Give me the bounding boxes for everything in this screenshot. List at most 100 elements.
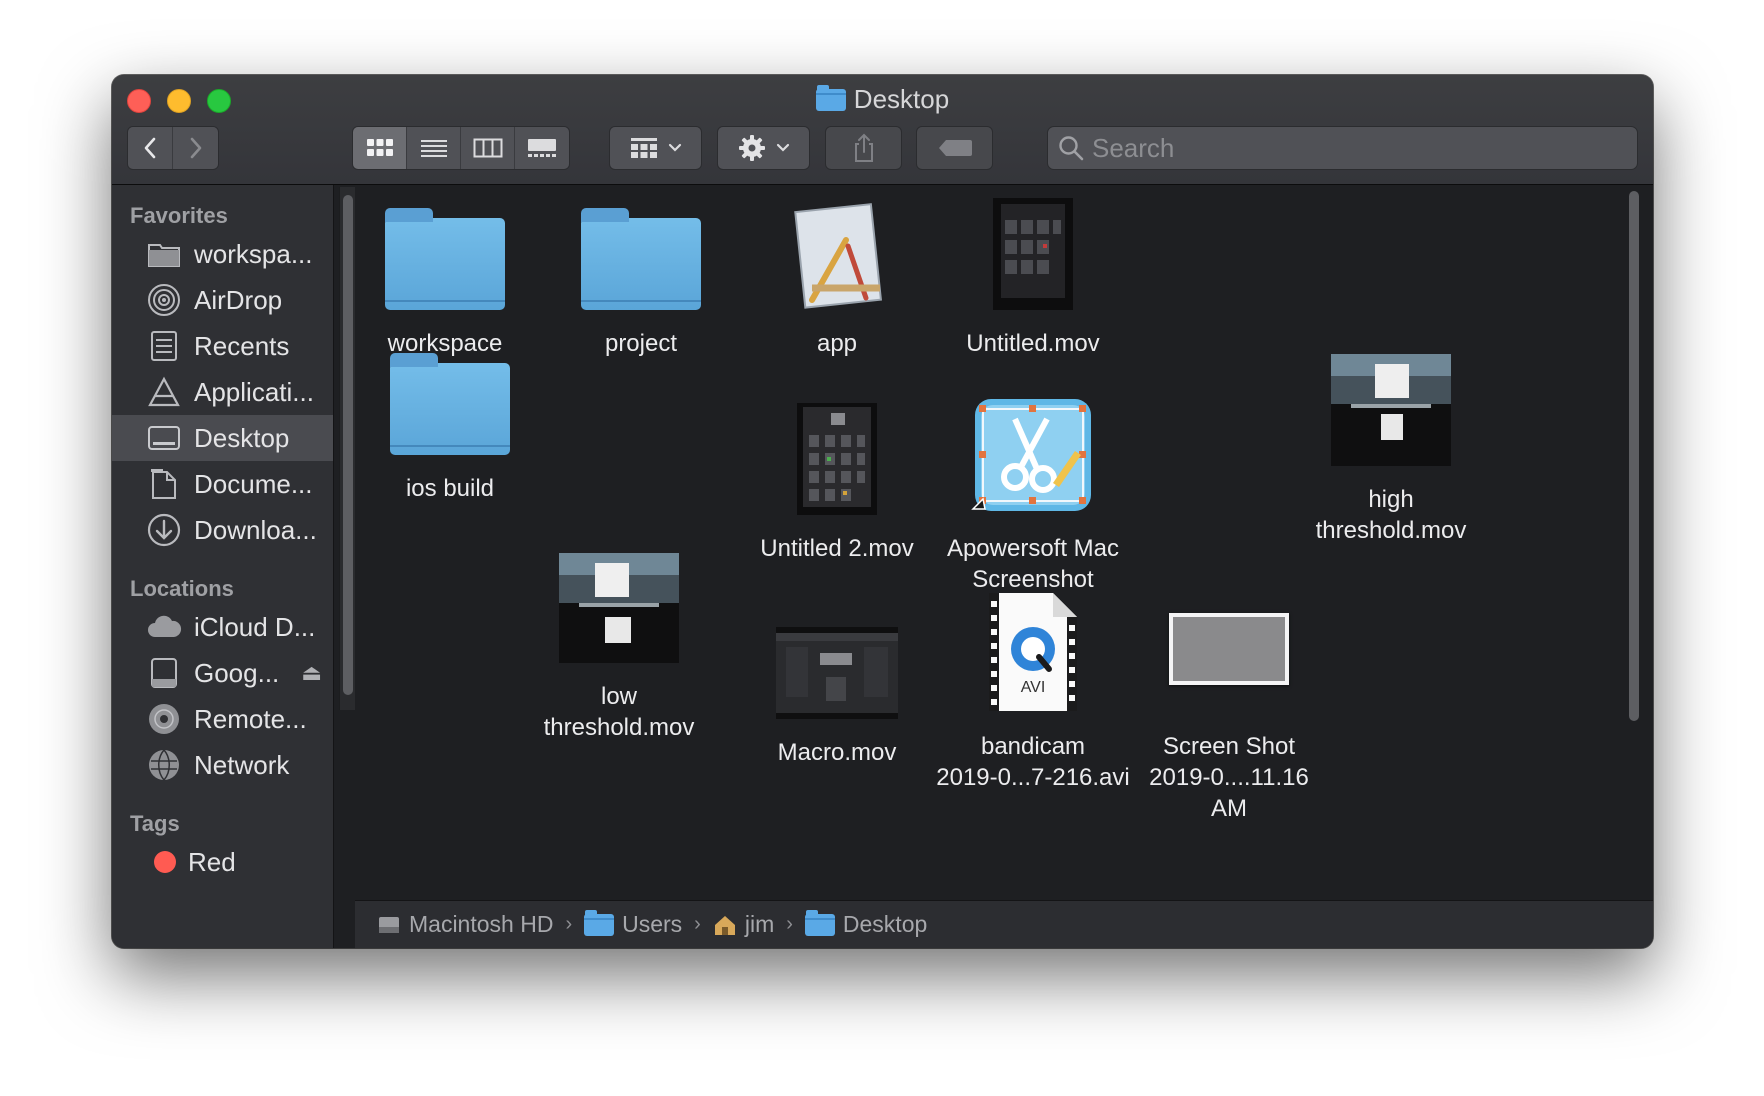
- scissors-app-icon: [971, 399, 1091, 511]
- downloads-icon: [146, 512, 182, 548]
- sidebar-item-label: Desktop: [194, 422, 290, 453]
- sidebar-item-label: iCloud D...: [194, 611, 316, 642]
- view-columns-button[interactable]: [461, 127, 515, 169]
- avi-badge: AVI: [1020, 679, 1046, 696]
- vertical-scrollbar[interactable]: [1627, 189, 1641, 849]
- eject-icon[interactable]: ⏏: [301, 660, 322, 686]
- drive-icon: [146, 655, 182, 691]
- file-item-screen-shot[interactable]: Screen Shot 2019-0....11.16 AM: [1129, 585, 1329, 824]
- gallery-icon: [528, 139, 556, 157]
- chevron-right-icon: [190, 137, 201, 159]
- list-icon: [420, 140, 447, 157]
- sidebar-item-google-drive[interactable]: Goog... ⏏: [112, 650, 333, 696]
- sidebar-item-workspace[interactable]: workspa...: [112, 231, 333, 277]
- tags-heading: Tags: [130, 811, 180, 836]
- video-thumbnail-icon: [797, 403, 877, 515]
- airdrop-icon: [146, 282, 182, 318]
- image-thumbnail-icon: [1169, 613, 1289, 685]
- file-item-low-threshold-mov[interactable]: low threshold.mov: [519, 553, 719, 743]
- video-thumbnail-icon: [776, 627, 898, 719]
- forward-button[interactable]: [173, 127, 218, 169]
- sidebar-item-label: Remote...: [194, 703, 307, 734]
- file-item-workspace[interactable]: workspace: [345, 208, 545, 359]
- path-item-macintosh-hd[interactable]: Macintosh HD: [377, 911, 553, 938]
- columns-icon: [473, 138, 502, 158]
- file-item-untitled-mov[interactable]: Untitled.mov: [933, 195, 1133, 359]
- sidebar-item-applications[interactable]: Applicati...: [112, 369, 333, 415]
- desktop-icon: [146, 420, 182, 456]
- path-item-users[interactable]: Users: [584, 909, 683, 938]
- sidebar-item-documents[interactable]: Docume...: [112, 461, 333, 507]
- group-grid-icon: [630, 138, 657, 158]
- file-item-macro-mov[interactable]: Macro.mov: [737, 597, 937, 768]
- chevron-left-icon: [144, 137, 156, 159]
- path-separator: ›: [786, 913, 793, 935]
- view-list-button[interactable]: [407, 127, 461, 169]
- path-item-label: Users: [622, 911, 683, 937]
- finder-window: Desktop Search Favorites workspa... AirD…: [112, 75, 1653, 948]
- path-item-jim[interactable]: jim: [713, 911, 774, 938]
- search-field[interactable]: [1047, 126, 1638, 170]
- gear-icon: [738, 135, 765, 161]
- file-item-high-threshold-mov[interactable]: high threshold.mov: [1291, 351, 1491, 546]
- path-bar: Macintosh HD › Users › jim › Desktop: [355, 900, 1653, 948]
- back-button[interactable]: [128, 127, 173, 169]
- sidebar: Favorites workspa... AirDrop Recents App…: [112, 185, 334, 948]
- search-icon: [1059, 136, 1084, 161]
- file-label: Macro.mov: [777, 739, 897, 766]
- sidebar-item-label: Docume...: [194, 468, 313, 499]
- video-thumbnail-icon: [559, 553, 679, 663]
- path-item-label: Desktop: [842, 911, 928, 937]
- sidebar-item-tag-red[interactable]: Red: [112, 839, 333, 885]
- toolbar: Desktop: [112, 75, 1653, 185]
- folder-icon: [390, 353, 510, 455]
- file-label: ios build: [405, 475, 495, 502]
- chevron-down-icon: [668, 143, 681, 152]
- view-icons-button[interactable]: [353, 127, 407, 169]
- file-item-project[interactable]: project: [541, 208, 741, 359]
- path-item-label: jim: [744, 911, 775, 937]
- sidebar-item-downloads[interactable]: Downloa...: [112, 507, 333, 553]
- favorites-heading: Favorites: [130, 203, 228, 228]
- path-separator: ›: [694, 913, 701, 935]
- view-gallery-button[interactable]: [515, 127, 569, 169]
- tag-red-dot: [154, 851, 176, 873]
- tag-icon: [938, 140, 972, 156]
- folder-icon: [581, 208, 701, 310]
- folder-icon: [815, 84, 846, 111]
- file-item-app[interactable]: app: [737, 195, 937, 359]
- sidebar-item-desktop[interactable]: Desktop: [112, 415, 333, 461]
- search-input[interactable]: [1092, 132, 1637, 164]
- path-item-label: Macintosh HD: [409, 911, 554, 937]
- file-item-untitled-2-mov[interactable]: Untitled 2.mov: [737, 400, 937, 564]
- sidebar-item-icloud-drive[interactable]: iCloud D...: [112, 604, 333, 650]
- action-menu-button[interactable]: [717, 126, 810, 170]
- sidebar-item-label: Network: [194, 749, 290, 780]
- folder-icon: [146, 236, 182, 272]
- file-item-apowersoft[interactable]: Apowersoft Mac Screenshot: [933, 399, 1133, 595]
- group-by-button[interactable]: [609, 126, 702, 170]
- file-item-ios-build[interactable]: ios build: [350, 353, 550, 504]
- folder-icon: [584, 909, 615, 936]
- sidebar-item-remote-disc[interactable]: Remote...: [112, 696, 333, 742]
- sidebar-item-label: Recents: [194, 330, 290, 361]
- file-label: bandicam 2019-0...7-216.avi: [936, 733, 1130, 791]
- sidebar-item-label: Applicati...: [194, 376, 314, 407]
- edit-tags-button[interactable]: [916, 126, 993, 170]
- file-label: high threshold.mov: [1315, 486, 1467, 544]
- disc-icon: [146, 701, 182, 737]
- folder-icon: [804, 909, 835, 936]
- path-separator: ›: [565, 913, 573, 935]
- window-title: Desktop: [112, 84, 1653, 115]
- home-icon: [714, 915, 735, 935]
- sidebar-item-recents[interactable]: Recents: [112, 323, 333, 369]
- sidebar-item-network[interactable]: Network: [112, 742, 333, 788]
- sidebar-item-airdrop[interactable]: AirDrop: [112, 277, 333, 323]
- recents-icon: [146, 328, 182, 364]
- nav-buttons: [127, 126, 219, 170]
- path-item-desktop[interactable]: Desktop: [804, 909, 928, 938]
- file-item-bandicam-avi[interactable]: bandicam 2019-0...7-216.avi AVI: [933, 585, 1133, 793]
- file-label: Screen Shot 2019-0....11.16 AM: [1149, 733, 1309, 822]
- chevron-down-icon: [776, 143, 789, 152]
- share-button[interactable]: [825, 126, 902, 170]
